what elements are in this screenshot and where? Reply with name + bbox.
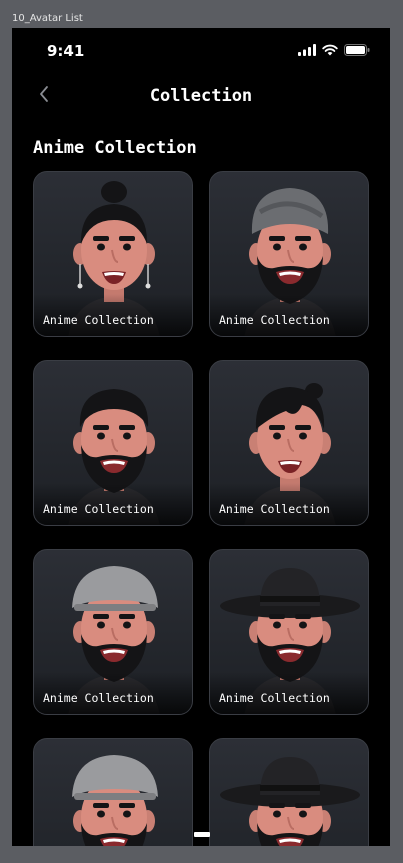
- avatar-grid: Anime Collection Anime Collection Anime …: [33, 171, 369, 846]
- avatar-card[interactable]: Anime Collection: [209, 171, 369, 337]
- avatar-card[interactable]: Anime Collection: [209, 360, 369, 526]
- avatar-card[interactable]: Anime Collection: [209, 549, 369, 715]
- wifi-icon: [322, 44, 338, 56]
- navigation-bar: Collection: [12, 72, 390, 120]
- cellular-signal-icon: [298, 44, 316, 56]
- avatar-image: [72, 755, 158, 846]
- avatar-image: [220, 757, 360, 846]
- battery-icon: [344, 44, 370, 56]
- card-label: Anime Collection: [219, 313, 330, 327]
- home-indicator: [194, 832, 210, 837]
- status-bar: 9:41: [12, 28, 390, 72]
- avatar-card[interactable]: Anime Collection: [33, 171, 193, 337]
- status-time: 9:41: [47, 42, 85, 60]
- avatar-card[interactable]: Anime Collection: [33, 360, 193, 526]
- card-label: Anime Collection: [219, 502, 330, 516]
- phone-screen: 9:41 Collection Anime Collection Anime C…: [12, 28, 390, 846]
- card-label: Anime Collection: [219, 691, 330, 705]
- section-title: Anime Collection: [33, 138, 197, 158]
- card-label: Anime Collection: [43, 502, 154, 516]
- card-label: Anime Collection: [43, 313, 154, 327]
- frame-label: 10_Avatar List: [12, 13, 83, 24]
- status-icons: [298, 44, 370, 56]
- avatar-card[interactable]: [33, 738, 193, 846]
- page-title: Collection: [149, 86, 253, 106]
- avatar-card[interactable]: [209, 738, 369, 846]
- card-label: Anime Collection: [43, 691, 154, 705]
- avatar-card[interactable]: Anime Collection: [33, 549, 193, 715]
